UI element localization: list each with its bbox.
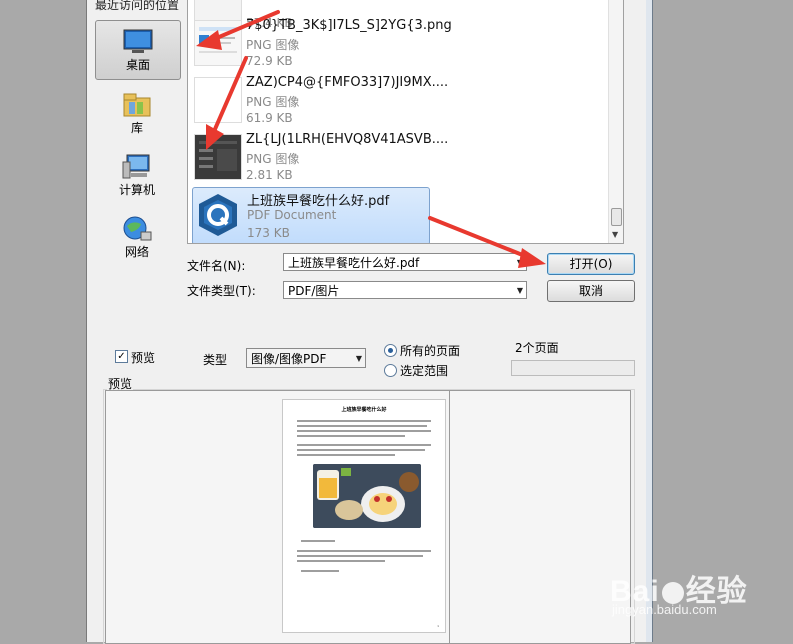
paw-icon	[661, 582, 684, 605]
arrow-head	[196, 30, 222, 50]
annotation-arrows	[196, 10, 546, 268]
baidu-watermark: Bai 经验 jingyan.baidu.com	[606, 566, 756, 626]
watermark-url: jingyan.baidu.com	[612, 602, 717, 617]
arrow-head	[518, 248, 546, 268]
